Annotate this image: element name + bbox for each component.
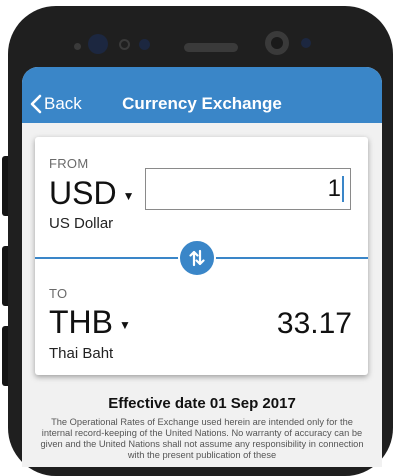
- earpiece-speaker: [184, 43, 238, 52]
- sensor-icon: [301, 38, 311, 48]
- to-currency-code: THB: [49, 304, 113, 340]
- side-button-left: [2, 156, 8, 216]
- swap-currencies-button[interactable]: [178, 239, 216, 277]
- converter-card: FROM USD ▼ US Dollar 1 TO THB ▼ 33.17 Th…: [35, 137, 368, 375]
- effective-date: Effective date 01 Sep 2017: [108, 395, 296, 412]
- page-title: Currency Exchange: [122, 94, 282, 113]
- front-camera-icon: [88, 34, 108, 54]
- from-currency-name: US Dollar: [49, 215, 114, 232]
- disclaimer-text: The Operational Rates of Exchange used h…: [40, 417, 364, 460]
- app-screen: Back Currency Exchange FROM USD ▼ US Dol…: [22, 67, 382, 467]
- sensor-icon: [119, 39, 130, 50]
- side-button-left-3: [2, 326, 8, 386]
- caret-down-icon: ▼: [122, 188, 135, 203]
- navigation-bar: Back Currency Exchange: [22, 67, 382, 123]
- caret-down-icon: ▼: [119, 317, 131, 332]
- from-currency-code: USD: [49, 175, 117, 211]
- from-label: FROM: [49, 156, 89, 171]
- text-cursor: [342, 176, 344, 202]
- from-currency-select[interactable]: USD ▼: [49, 175, 134, 212]
- swap-arrows-icon: [189, 249, 205, 267]
- converted-amount: 33.17: [276, 307, 352, 340]
- to-label: TO: [49, 286, 68, 301]
- sensor-icon: [139, 39, 150, 50]
- amount-input-value: 1: [327, 175, 341, 202]
- camera-lens-inner-icon: [271, 37, 283, 49]
- amount-input[interactable]: 1: [145, 168, 351, 210]
- to-currency-select[interactable]: THB ▼: [49, 304, 131, 341]
- to-currency-name: Thai Baht: [49, 345, 114, 362]
- side-button-left-2: [2, 246, 8, 306]
- sensor-icon: [74, 43, 81, 50]
